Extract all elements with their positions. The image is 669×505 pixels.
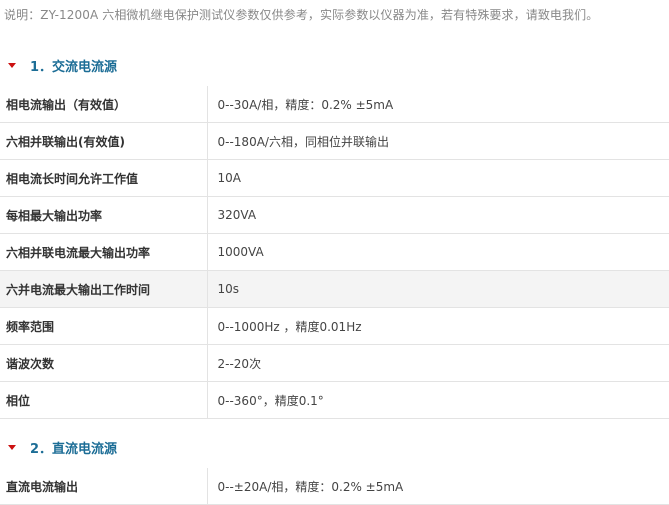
table-row: 六相并联输出(有效值) 0--180A/六相，同相位并联输出: [0, 122, 669, 160]
param-value: 0--180A/六相，同相位并联输出: [207, 122, 669, 160]
param-value: 1000VA: [207, 233, 669, 271]
param-value: 0--1000Hz ，精度0.01Hz: [207, 307, 669, 345]
table-row-highlighted: 六并电流最大输出工作时间 10s: [0, 270, 669, 308]
table-row: 相位 0--360°，精度0.1°: [0, 381, 669, 419]
param-value: 320VA: [207, 196, 669, 234]
spec-table-ac-current: 相电流输出（有效值） 0--30A/相，精度：0.2% ±5mA 六相并联输出(…: [0, 86, 669, 419]
param-value: 0--360°，精度0.1°: [207, 381, 669, 419]
section-title: 1．交流电流源: [30, 59, 118, 75]
section-header-ac-current[interactable]: 1．交流电流源: [0, 52, 669, 78]
param-value: 2--20次: [207, 344, 669, 382]
param-value: 0--30A/相，精度：0.2% ±5mA: [207, 86, 669, 123]
param-name: 相电流长时间允许工作值: [0, 159, 208, 197]
table-row: 谐波次数 2--20次: [0, 344, 669, 382]
param-name: 六相并联电流最大输出功率: [0, 233, 208, 271]
param-name: 谐波次数: [0, 344, 208, 382]
table-row: 相电流长时间允许工作值 10A: [0, 159, 669, 197]
section-title: 2．直流电流源: [30, 441, 118, 457]
caret-down-icon: [8, 62, 16, 68]
section-header-dc-current[interactable]: 2．直流电流源: [0, 434, 669, 460]
param-name: 相位: [0, 381, 208, 419]
table-row: 相电流输出（有效值） 0--30A/相，精度：0.2% ±5mA: [0, 86, 669, 123]
param-value: 10A: [207, 159, 669, 197]
table-row: 六相并联电流最大输出功率 1000VA: [0, 233, 669, 271]
param-name: 六相并联输出(有效值): [0, 122, 208, 160]
param-name: 频率范围: [0, 307, 208, 345]
param-name: 每相最大输出功率: [0, 196, 208, 234]
param-name: 六并电流最大输出工作时间: [0, 270, 208, 308]
table-row: 每相最大输出功率 320VA: [0, 196, 669, 234]
table-row: 频率范围 0--1000Hz ，精度0.01Hz: [0, 307, 669, 345]
caret-down-icon: [8, 444, 16, 450]
table-row: 直流电流输出 0--±20A/相，精度：0.2% ±5mA: [0, 468, 669, 505]
param-name: 相电流输出（有效值）: [0, 86, 208, 123]
param-value: 10s: [207, 270, 669, 308]
param-value: 0--±20A/相，精度：0.2% ±5mA: [207, 468, 669, 505]
disclaimer-note: 说明：ZY-1200A 六相微机继电保护测试仪参数仅供参考，实际参数以仪器为准，…: [4, 8, 599, 22]
spec-table-dc-current: 直流电流输出 0--±20A/相，精度：0.2% ±5mA: [0, 468, 669, 505]
param-name: 直流电流输出: [0, 468, 208, 505]
